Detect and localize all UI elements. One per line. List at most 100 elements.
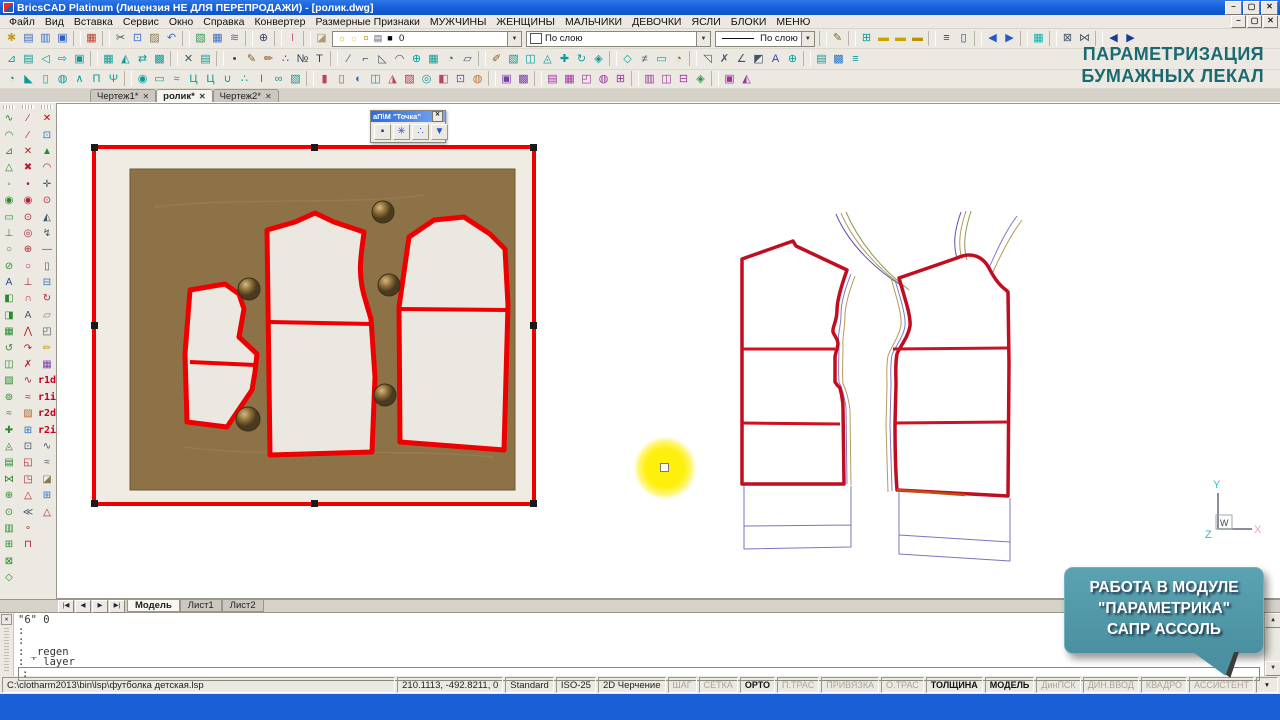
arc2-icon[interactable]: ◔ xyxy=(442,51,459,67)
menu-item[interactable]: Справка xyxy=(198,16,249,28)
menu-item[interactable]: Файл xyxy=(4,16,40,28)
perp-red-icon[interactable]: ⊥ xyxy=(19,274,37,292)
menu-item[interactable]: Конвертер xyxy=(249,16,310,28)
points-icon[interactable]: ∴ xyxy=(277,51,294,67)
polyline-icon[interactable]: ⌐ xyxy=(357,51,374,67)
quad-icon[interactable]: ◱ xyxy=(19,455,37,472)
pencil-yellow-icon[interactable]: ✏ xyxy=(38,340,56,357)
spec-icon[interactable]: ▤ xyxy=(544,71,561,87)
combo-arrow-icon[interactable]: ▼ xyxy=(696,31,710,46)
ruler-3-icon[interactable]: ▬ xyxy=(909,30,926,47)
segment-icon[interactable]: ∕ xyxy=(19,111,37,128)
status-more-icon[interactable]: ▼ xyxy=(1256,677,1278,693)
status-toggle[interactable]: П.ТРАС xyxy=(777,677,820,693)
table-green-icon[interactable]: ▦ xyxy=(0,324,18,341)
menu-item[interactable]: Окно xyxy=(164,16,198,28)
circle-icon[interactable]: ⊕ xyxy=(408,51,425,67)
point-divide-icon[interactable]: ∴ xyxy=(412,124,429,140)
swatch2-icon[interactable]: ◪ xyxy=(38,471,56,488)
quad2-icon[interactable]: ◳ xyxy=(19,471,37,488)
r1i-button[interactable]: r1i xyxy=(38,389,56,407)
coordinates-display[interactable]: 210.1113, -492.8211, 0 xyxy=(397,677,504,693)
text-icon[interactable]: T xyxy=(311,51,328,67)
document-tab[interactable]: ролик* ✕ xyxy=(156,89,213,102)
maximize-button[interactable]: ▢ xyxy=(1243,0,1260,15)
disc-icon[interactable]: ◍ xyxy=(469,71,486,87)
ruler-icon[interactable]: ▬ xyxy=(875,30,892,47)
arrow-left-icon[interactable]: ◁ xyxy=(37,51,54,67)
rings-icon[interactable]: ◎ xyxy=(19,225,37,243)
strip-icon[interactable]: ▭ xyxy=(151,71,168,87)
block-in-icon[interactable]: ◀ xyxy=(984,30,1001,47)
segment2-icon[interactable]: ∕ xyxy=(19,127,37,144)
pair-green-icon[interactable]: ◫ xyxy=(0,356,18,374)
close-icon[interactable]: ✕ xyxy=(142,92,149,101)
wave-green-icon[interactable]: ≈ xyxy=(0,406,18,423)
eraser-icon[interactable]: ◪ xyxy=(313,30,330,47)
target-icon[interactable]: ◎ xyxy=(418,71,435,87)
angle-icon[interactable]: ◺ xyxy=(374,51,391,67)
status-toggle[interactable]: ТОЛЩИНА xyxy=(925,677,983,693)
status-toggle[interactable]: КВАДРО xyxy=(1140,677,1188,693)
bowtie-icon[interactable]: ⋈ xyxy=(0,471,18,488)
shade-icon[interactable]: ▧ xyxy=(287,71,304,87)
cycle-icon[interactable]: ↻ xyxy=(38,291,56,308)
layer-plot-icon[interactable]: ▤ xyxy=(372,32,384,45)
copy-blue-icon[interactable]: ⊡ xyxy=(38,127,56,144)
minimize-button[interactable]: – xyxy=(1225,0,1242,15)
box-x-icon[interactable]: ⊠ xyxy=(0,553,18,570)
status-toggle[interactable]: ДинПСК xyxy=(1036,677,1081,693)
corner-icon[interactable]: ◣ xyxy=(20,71,37,87)
point-settings-icon[interactable]: ✳ xyxy=(393,124,410,140)
edit-pencil-icon[interactable]: ✎ xyxy=(243,51,260,67)
grade-icon[interactable]: ◉ xyxy=(134,71,151,87)
circle2-icon[interactable]: ⊕ xyxy=(784,51,801,67)
text-style-field[interactable]: Standard xyxy=(505,677,554,693)
dart-icon[interactable]: ∧ xyxy=(71,71,88,87)
shade-green-icon[interactable]: ▧ xyxy=(0,373,18,390)
close-icon[interactable]: ✕ xyxy=(199,92,206,101)
break-icon[interactable]: ✗ xyxy=(716,51,733,67)
layer-color-icon[interactable]: ■ xyxy=(384,32,396,45)
pair2-icon[interactable]: ◫ xyxy=(658,71,675,87)
loop-icon[interactable]: ∞ xyxy=(270,71,287,87)
spline-icon[interactable]: ∿ xyxy=(0,111,18,128)
table3-icon[interactable]: ⊞ xyxy=(612,71,629,87)
hatch-icon[interactable]: ▦ xyxy=(1030,30,1047,47)
ring-icon[interactable]: ⊚ xyxy=(0,389,18,407)
grid2-icon[interactable]: ▦ xyxy=(100,51,117,67)
panel-icon[interactable]: ▯ xyxy=(37,71,54,87)
cone-icon[interactable]: ◭ xyxy=(117,51,134,67)
point-filter-icon[interactable]: ▼ xyxy=(431,124,448,140)
frame2-icon[interactable]: ⊡ xyxy=(19,438,37,456)
thermometer-icon[interactable]: I xyxy=(284,30,301,47)
combo-arrow-icon[interactable]: ▼ xyxy=(800,31,814,46)
table2-icon[interactable]: ▦ xyxy=(425,51,442,67)
ruler-2-icon[interactable]: ▬ xyxy=(892,30,909,47)
layers2-icon[interactable]: ≡ xyxy=(847,51,864,67)
block-out-icon[interactable]: ▶ xyxy=(1001,30,1018,47)
perp-icon[interactable]: ⊥ xyxy=(0,225,18,243)
move-icon[interactable]: ✚ xyxy=(556,51,573,67)
rows-icon[interactable]: ▥ xyxy=(0,520,18,538)
slash-circle-icon[interactable]: ⊘ xyxy=(0,258,18,275)
point-floating-toolbar[interactable]: аП\М "Точка" ✕ ▪ ✳ ∴ ▼ xyxy=(370,110,448,143)
bar-icon[interactable]: I xyxy=(253,71,270,87)
layer-lock-icon[interactable]: ¤ xyxy=(360,32,372,45)
peak-icon[interactable]: ⋀ xyxy=(19,324,37,341)
sheet-green-icon[interactable]: ▤ xyxy=(0,455,18,472)
garment-icon[interactable]: Ц xyxy=(185,71,202,87)
delete-icon[interactable]: ✕ xyxy=(38,111,56,128)
frame-icon[interactable]: ⊡ xyxy=(452,71,469,87)
cone-green-icon[interactable]: ◬ xyxy=(0,438,18,456)
first-layout-icon[interactable]: |◀ xyxy=(58,599,74,613)
detail2-icon[interactable]: ▯ xyxy=(333,71,350,87)
sine-icon[interactable]: ∿ xyxy=(19,373,37,390)
doc2-icon[interactable]: ▤ xyxy=(197,51,214,67)
doc-icon[interactable]: ▣ xyxy=(71,51,88,67)
layer-combo[interactable]: ☼ ☼ ¤ ▤ ■ 0 ▼ xyxy=(332,30,522,47)
center-icon[interactable]: ⊙ xyxy=(38,192,56,210)
disc2-icon[interactable]: ◍ xyxy=(595,71,612,87)
command-scrollbar[interactable]: ▲ ▼ xyxy=(1264,613,1280,676)
angle2-icon[interactable]: ∠ xyxy=(733,51,750,67)
